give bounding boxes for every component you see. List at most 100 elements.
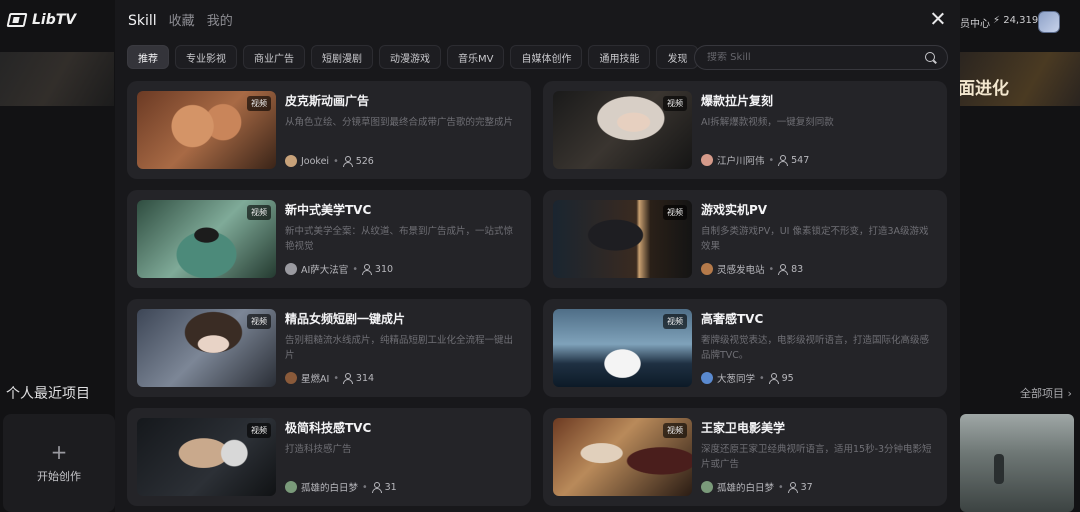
skill-card-description: 从角色立绘、分镜草图到最终合成带广告歌的完整成片 [285, 117, 514, 128]
skill-card-description: 自制多类游戏PV，UI 像素锁定不形变，打造3A级游戏效果 [701, 226, 929, 252]
video-tag: 视频 [663, 96, 687, 111]
banner-title: 面进化 [958, 79, 1009, 99]
skill-card-short-drama[interactable]: 视频 精品女频短剧一键成片 告别粗糙流水线成片，纯精品短剧工业化全流程一键出片 … [127, 299, 531, 397]
skill-card-title: 爆款拉片复刻 [701, 94, 774, 108]
video-tag: 视频 [247, 96, 271, 111]
user-avatar[interactable] [1038, 11, 1060, 33]
usage-count: 314 [355, 372, 375, 384]
recent-project-thumbnail[interactable] [960, 414, 1074, 512]
category-professional-film[interactable]: 专业影视 [175, 45, 237, 69]
skill-card-thumbnail: 视频 [553, 418, 692, 496]
app-logo[interactable]: LibTV [6, 12, 77, 28]
modal-tabs: Skill 收藏 我的 [128, 10, 233, 29]
tab-favorites[interactable]: 收藏 [169, 10, 195, 29]
skill-card-title: 高奢感TVC [701, 312, 764, 326]
tab-mine[interactable]: 我的 [207, 10, 233, 29]
skill-card-thumbnail: 视频 [137, 200, 276, 278]
skill-modal: Skill 收藏 我的 推荐 专业影视 商业广告 短剧漫剧 动漫游戏 音乐MV … [115, 0, 960, 512]
video-tag: 视频 [247, 423, 271, 438]
user-icon [342, 373, 353, 384]
create-project-button[interactable]: + 开始创作 [3, 414, 115, 512]
category-self-media[interactable]: 自媒体创作 [510, 45, 583, 69]
skill-card-description: 奢牌级视觉表达，电影级视听语言，打造国际化高级感品牌TVC。 [701, 335, 930, 361]
author-name: 灵感发电站 [717, 265, 765, 276]
skill-card-grid: 视频 皮克斯动画广告 从角色立绘、分镜草图到最终合成带广告歌的完整成片 Jook… [127, 81, 947, 506]
author-name: 孤雄的白日梦 [301, 483, 359, 494]
skill-card-pixar-ad[interactable]: 视频 皮克斯动画广告 从角色立绘、分镜草图到最终合成带广告歌的完整成片 Jook… [127, 81, 531, 179]
tab-skill[interactable]: Skill [128, 13, 157, 29]
view-all-projects-link[interactable]: 全部项目 › [1020, 385, 1072, 401]
skill-card-thumbnail: 视频 [553, 91, 692, 169]
author-avatar [701, 372, 713, 384]
usage-count: 310 [374, 263, 394, 275]
skill-card-thumbnail: 视频 [137, 418, 276, 496]
author-name: 孤雄的白日梦 [717, 483, 775, 494]
author-avatar [285, 481, 297, 493]
author-name: AI萨大法官 [301, 265, 349, 276]
skill-card-minimal-tech-tvc[interactable]: 视频 极简科技感TVC 打造科技感广告 孤雄的白日梦 • 31 [127, 408, 531, 506]
plus-icon: + [50, 440, 68, 464]
usage-count: 31 [384, 481, 397, 493]
usage-count: 526 [355, 155, 374, 167]
category-anime-games[interactable]: 动漫游戏 [379, 45, 441, 69]
skill-card-description: 深度还原王家卫经典视听语言，适用15秒-3分钟电影短片或广告 [701, 444, 932, 470]
skill-card-wong-kar-wai[interactable]: 视频 王家卫电影美学 深度还原王家卫经典视听语言，适用15秒-3分钟电影短片或广… [543, 408, 947, 506]
skill-card-thumbnail: 视频 [553, 309, 692, 387]
member-center-link[interactable]: 员中心 [960, 15, 990, 30]
skill-card-title: 极简科技感TVC [285, 421, 372, 435]
skill-card-title: 皮克斯动画广告 [285, 94, 370, 108]
author-name: Jookei [301, 155, 330, 167]
author-avatar [701, 154, 713, 166]
user-icon [778, 264, 789, 275]
skill-card-thumbnail: 视频 [137, 91, 276, 169]
user-icon [342, 156, 353, 167]
skill-card-viral-remake[interactable]: 视频 爆款拉片复刻 AI拆解爆款视频，一键复刻同款 江户川阿伟 • 547 [543, 81, 947, 179]
category-filter-bar: 推荐 专业影视 商业广告 短剧漫剧 动漫游戏 音乐MV 自媒体创作 通用技能 发… [127, 45, 699, 69]
skill-card-thumbnail: 视频 [137, 309, 276, 387]
user-icon [361, 264, 372, 275]
skill-card-description: 打造科技感广告 [285, 444, 352, 455]
points-balance: ⚡ 24,319 [993, 15, 1039, 26]
category-general-skills[interactable]: 通用技能 [588, 45, 651, 69]
author-avatar [285, 155, 297, 167]
skill-search-input[interactable] [707, 52, 925, 63]
category-music-mv[interactable]: 音乐MV [447, 45, 505, 69]
author-name: 江户川阿伟 [717, 156, 765, 167]
skill-card-description: AI拆解爆款视频，一键复刻同款 [701, 117, 834, 128]
banner-image-left [0, 52, 114, 106]
logo-icon [6, 13, 28, 27]
skill-card-title: 游戏实机PV [701, 203, 768, 217]
usage-count: 95 [781, 372, 794, 384]
video-tag: 视频 [663, 423, 687, 438]
author-avatar [701, 263, 713, 275]
skill-card-title: 王家卫电影美学 [701, 421, 786, 435]
recent-projects-title: 个人最近项目 [6, 386, 90, 402]
user-icon [778, 155, 789, 166]
author-avatar [701, 481, 713, 493]
author-name: 星燃AI [301, 374, 330, 385]
skill-card-luxury-tvc[interactable]: 视频 高奢感TVC 奢牌级视觉表达，电影级视听语言，打造国际化高级感品牌TVC。… [543, 299, 947, 397]
category-commercial-ads[interactable]: 商业广告 [243, 45, 305, 69]
video-tag: 视频 [663, 314, 687, 329]
skill-card-title: 新中式美学TVC [285, 203, 372, 217]
category-short-drama[interactable]: 短剧漫剧 [311, 45, 373, 69]
author-avatar [285, 263, 297, 275]
close-icon[interactable] [927, 8, 949, 30]
user-icon [768, 373, 779, 384]
category-recommended[interactable]: 推荐 [127, 45, 169, 69]
video-tag: 视频 [663, 205, 687, 220]
skill-card-neo-chinese-tvc[interactable]: 视频 新中式美学TVC 新中式美学全案：从纹道、布景到广告成片，一站式惊艳视觉 … [127, 190, 531, 288]
user-icon [371, 482, 382, 493]
usage-count: 547 [791, 154, 810, 166]
user-icon [787, 482, 798, 493]
skill-search-box [694, 45, 948, 70]
author-avatar [285, 372, 297, 384]
video-tag: 视频 [247, 205, 271, 220]
skill-card-description: 新中式美学全案：从纹道、布景到广告成片，一站式惊艳视觉 [285, 226, 514, 252]
usage-count: 83 [791, 263, 804, 275]
skill-card-game-pv[interactable]: 视频 游戏实机PV 自制多类游戏PV，UI 像素锁定不形变，打造3A级游戏效果 … [543, 190, 947, 288]
category-discover[interactable]: 发现 [656, 45, 699, 69]
logo-text: LibTV [32, 12, 77, 28]
search-icon[interactable] [925, 51, 937, 64]
video-tag: 视频 [247, 314, 271, 329]
